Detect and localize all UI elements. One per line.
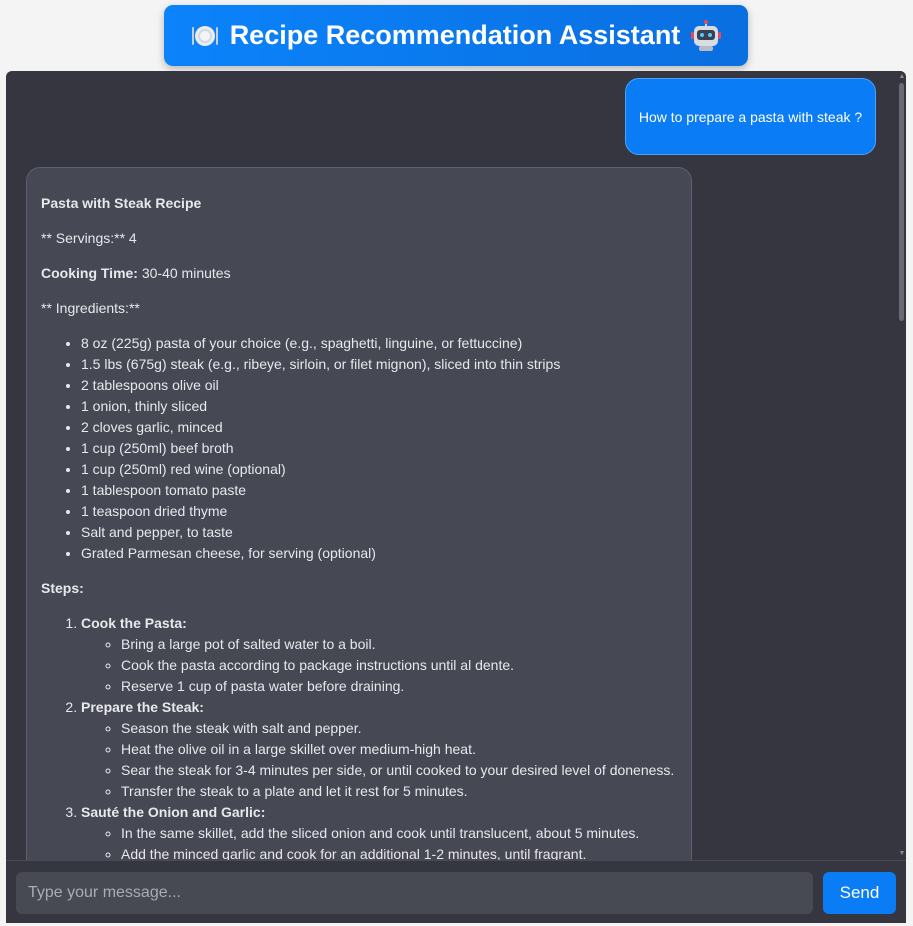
message-list[interactable]: How to prepare a pasta with steak ? Past… xyxy=(6,71,898,860)
bot-message-bubble: Pasta with Steak Recipe ** Servings:** 4… xyxy=(26,167,692,860)
list-item: Grated Parmesan cheese, for serving (opt… xyxy=(81,543,677,564)
message-composer: Send xyxy=(6,860,906,923)
user-message-text: How to prepare a pasta with steak ? xyxy=(638,108,863,125)
chat-window: How to prepare a pasta with steak ? Past… xyxy=(6,71,906,923)
cooking-time-line: Cooking Time: 30-40 minutes xyxy=(41,265,231,281)
list-item: 2 cloves garlic, minced xyxy=(81,417,677,438)
list-item: 1 tablespoon tomato paste xyxy=(81,480,677,501)
list-item: Salt and pepper, to taste xyxy=(81,522,677,543)
list-item: Reserve 1 cup of pasta water before drai… xyxy=(121,676,677,697)
scroll-down-arrow-icon[interactable]: ▼ xyxy=(898,850,906,858)
user-message-bubble: How to prepare a pasta with steak ? xyxy=(625,78,876,155)
list-item: Heat the olive oil in a large skillet ov… xyxy=(121,739,677,760)
list-item: In the same skillet, add the sliced onio… xyxy=(121,823,677,844)
steps-list: Cook the Pasta: Bring a large pot of sal… xyxy=(81,613,677,860)
list-item: Sear the steak for 3-4 minutes per side,… xyxy=(121,760,677,781)
scroll-up-arrow-icon[interactable]: ▲ xyxy=(898,73,906,81)
list-item: Season the steak with salt and pepper. xyxy=(121,718,677,739)
list-item: Transfer the steak to a plate and let it… xyxy=(121,781,677,802)
plate-cutlery-icon xyxy=(190,21,220,51)
step-item: Prepare the Steak: Season the steak with… xyxy=(81,697,677,802)
list-item: 8 oz (225g) pasta of your choice (e.g., … xyxy=(81,333,677,354)
servings-line: ** Servings:** 4 xyxy=(41,230,137,246)
step-item: Sauté the Onion and Garlic: In the same … xyxy=(81,802,677,860)
step-item: Cook the Pasta: Bring a large pot of sal… xyxy=(81,613,677,697)
steps-heading: Steps: xyxy=(41,580,84,596)
ingredients-list: 8 oz (225g) pasta of your choice (e.g., … xyxy=(81,333,677,564)
list-item: 1.5 lbs (675g) steak (e.g., ribeye, sirl… xyxy=(81,354,677,375)
recipe-title: Pasta with Steak Recipe xyxy=(41,195,202,211)
scrollbar[interactable]: ▲ ▼ xyxy=(898,71,906,860)
list-item: Add the minced garlic and cook for an ad… xyxy=(121,844,677,860)
ingredients-heading: ** Ingredients:** xyxy=(41,300,140,316)
list-item: Bring a large pot of salted water to a b… xyxy=(121,634,677,655)
message-input[interactable] xyxy=(16,872,813,914)
robot-icon xyxy=(690,19,722,52)
list-item: 1 onion, thinly sliced xyxy=(81,396,677,417)
list-item: 2 tablespoons olive oil xyxy=(81,375,677,396)
scrollbar-thumb[interactable] xyxy=(899,83,904,321)
list-item: 1 cup (250ml) red wine (optional) xyxy=(81,459,677,480)
app-header: Recipe Recommendation Assistant xyxy=(164,5,748,66)
list-item: 1 teaspoon dried thyme xyxy=(81,501,677,522)
list-item: 1 cup (250ml) beef broth xyxy=(81,438,677,459)
send-button[interactable]: Send xyxy=(823,872,896,914)
list-item: Cook the pasta according to package inst… xyxy=(121,655,677,676)
app-title: Recipe Recommendation Assistant xyxy=(229,20,681,50)
